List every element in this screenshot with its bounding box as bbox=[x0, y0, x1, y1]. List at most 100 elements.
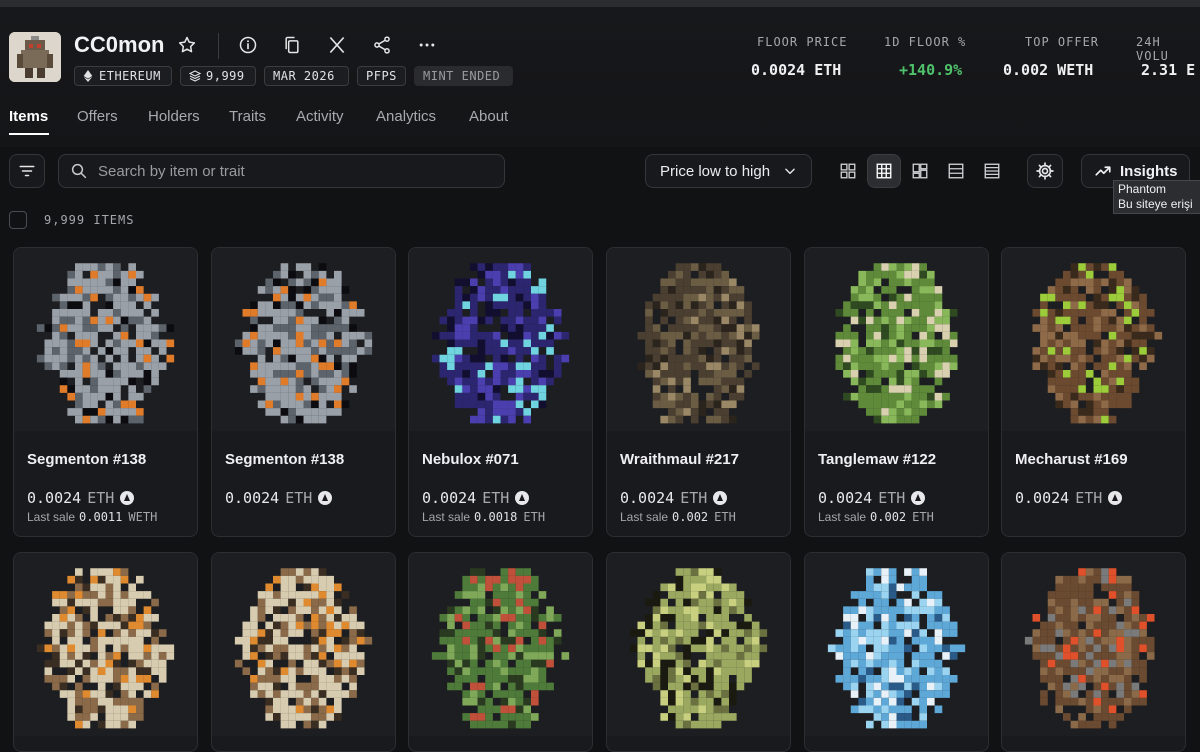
item-card[interactable]: Wraithmaul #217 0.0024 ETH Last sale 0.002 ET… bbox=[606, 247, 791, 537]
collection-avatar-art bbox=[9, 32, 61, 82]
item-card[interactable] bbox=[606, 552, 791, 752]
item-image bbox=[14, 553, 197, 736]
item-card[interactable]: Nebulox #071 0.0024 ETH Last sale 0.0018 ETH bbox=[408, 247, 593, 537]
item-price-currency: ETH bbox=[285, 489, 313, 507]
category-badge: PFPS bbox=[357, 66, 406, 86]
table-icon bbox=[984, 163, 1000, 179]
select-all-checkbox[interactable] bbox=[9, 211, 27, 229]
item-image bbox=[409, 248, 592, 431]
last-sale-label: Last sale bbox=[620, 510, 669, 524]
tab-analytics[interactable]: Analytics bbox=[376, 108, 436, 125]
info-icon[interactable] bbox=[236, 33, 260, 57]
view-list-button[interactable] bbox=[939, 154, 973, 188]
browser-top-edge bbox=[0, 0, 1200, 7]
search-box[interactable] bbox=[58, 154, 505, 188]
item-card[interactable] bbox=[408, 552, 593, 752]
item-card[interactable]: Segmenton #138 0.0024 ETH Last sale 0.0011 WE… bbox=[13, 247, 198, 537]
copy-icon[interactable] bbox=[280, 33, 304, 57]
item-price: 0.0024 ETH bbox=[1015, 489, 1123, 507]
share-icon[interactable] bbox=[370, 33, 394, 57]
item-name: Segmenton #138 bbox=[225, 451, 345, 468]
last-sale-currency: ETH bbox=[912, 510, 934, 524]
collection-avatar[interactable] bbox=[9, 32, 61, 82]
item-last-sale: Last sale 0.002 ETH bbox=[620, 510, 736, 524]
stat-label-floor: FLOOR PRICE bbox=[757, 35, 848, 49]
header-divider bbox=[218, 33, 219, 59]
items-count: 9,999 ITEMS bbox=[44, 213, 135, 227]
tab-traits[interactable]: Traits bbox=[229, 108, 266, 125]
item-price-value: 0.0024 bbox=[27, 489, 82, 507]
ethereum-icon bbox=[515, 491, 530, 505]
view-small-grid-button[interactable] bbox=[867, 154, 901, 188]
ethereum-icon bbox=[1108, 491, 1123, 505]
layers-icon bbox=[189, 70, 201, 82]
stat-value-top-offer: 0.002 WETH bbox=[1003, 61, 1094, 79]
more-icon[interactable] bbox=[415, 33, 439, 57]
last-sale-label: Last sale bbox=[422, 510, 471, 524]
grid-small-icon bbox=[876, 163, 892, 179]
item-image bbox=[1002, 248, 1185, 431]
list-icon bbox=[948, 163, 964, 179]
tab-holders[interactable]: Holders bbox=[148, 108, 200, 125]
view-mosaic-button[interactable] bbox=[903, 154, 937, 188]
item-image bbox=[212, 248, 395, 431]
tab-offers[interactable]: Offers bbox=[77, 108, 118, 125]
stat-value-volume: 2.31 E bbox=[1141, 61, 1196, 79]
category-label: PFPS bbox=[366, 69, 397, 83]
view-table-button[interactable] bbox=[975, 154, 1009, 188]
item-card[interactable] bbox=[13, 552, 198, 752]
x-twitter-icon[interactable] bbox=[325, 33, 349, 57]
item-card[interactable]: Segmenton #138 0.0024 ETH bbox=[211, 247, 396, 537]
item-card[interactable] bbox=[804, 552, 989, 752]
item-price-currency: ETH bbox=[1075, 489, 1103, 507]
item-price-value: 0.0024 bbox=[1015, 489, 1070, 507]
chain-label: ETHEREUM bbox=[99, 69, 161, 83]
item-price: 0.0024 ETH bbox=[27, 489, 135, 507]
sort-dropdown[interactable]: Price low to high bbox=[645, 154, 812, 188]
item-card[interactable] bbox=[211, 552, 396, 752]
last-sale-label: Last sale bbox=[27, 510, 76, 524]
tooltip-title: Phantom bbox=[1118, 182, 1167, 196]
item-image bbox=[14, 248, 197, 431]
item-image bbox=[805, 248, 988, 431]
item-last-sale: Last sale 0.0018 ETH bbox=[422, 510, 545, 524]
gear-icon bbox=[1036, 162, 1054, 180]
item-price: 0.0024 ETH bbox=[818, 489, 926, 507]
mint-status-badge: MINT ENDED bbox=[414, 66, 513, 86]
collection-title: CC0mon bbox=[74, 32, 165, 57]
date-label: MAR 2026 bbox=[273, 69, 335, 83]
filter-button[interactable] bbox=[9, 154, 45, 188]
insights-label: Insights bbox=[1120, 162, 1178, 180]
search-input[interactable] bbox=[96, 161, 480, 181]
mosaic-icon bbox=[912, 163, 928, 179]
item-price: 0.0024 ETH bbox=[422, 489, 530, 507]
tab-about[interactable]: About bbox=[469, 108, 508, 125]
item-price-value: 0.0024 bbox=[620, 489, 675, 507]
item-card[interactable] bbox=[1001, 552, 1186, 752]
ethereum-icon bbox=[911, 491, 926, 505]
item-card[interactable]: Mecharust #169 0.0024 ETH bbox=[1001, 247, 1186, 537]
item-price-currency: ETH bbox=[680, 489, 708, 507]
item-price-currency: ETH bbox=[87, 489, 115, 507]
item-price-value: 0.0024 bbox=[422, 489, 477, 507]
view-large-grid-button[interactable] bbox=[831, 154, 865, 188]
supply-badge: 9,999 bbox=[180, 66, 256, 86]
item-price: 0.0024 ETH bbox=[620, 489, 728, 507]
item-name: Wraithmaul #217 bbox=[620, 451, 739, 468]
item-card[interactable]: Tanglemaw #122 0.0024 ETH Last sale 0.002 ETH bbox=[804, 247, 989, 537]
stat-label-top-offer: TOP OFFER bbox=[1025, 35, 1100, 49]
item-image bbox=[607, 248, 790, 431]
tab-items[interactable]: Items bbox=[9, 108, 48, 125]
item-last-sale: Last sale 0.002 ETH bbox=[818, 510, 934, 524]
item-price-value: 0.0024 bbox=[225, 489, 280, 507]
settings-button[interactable] bbox=[1027, 154, 1063, 188]
star-icon[interactable] bbox=[175, 33, 199, 57]
item-name: Tanglemaw #122 bbox=[818, 451, 937, 468]
item-image bbox=[1002, 553, 1185, 736]
tab-activity[interactable]: Activity bbox=[296, 108, 344, 125]
item-last-sale: Last sale 0.0011 WETH bbox=[27, 510, 157, 524]
filter-icon bbox=[19, 165, 35, 177]
item-price: 0.0024 ETH bbox=[225, 489, 333, 507]
ethereum-icon bbox=[83, 70, 93, 82]
last-sale-currency: ETH bbox=[714, 510, 736, 524]
